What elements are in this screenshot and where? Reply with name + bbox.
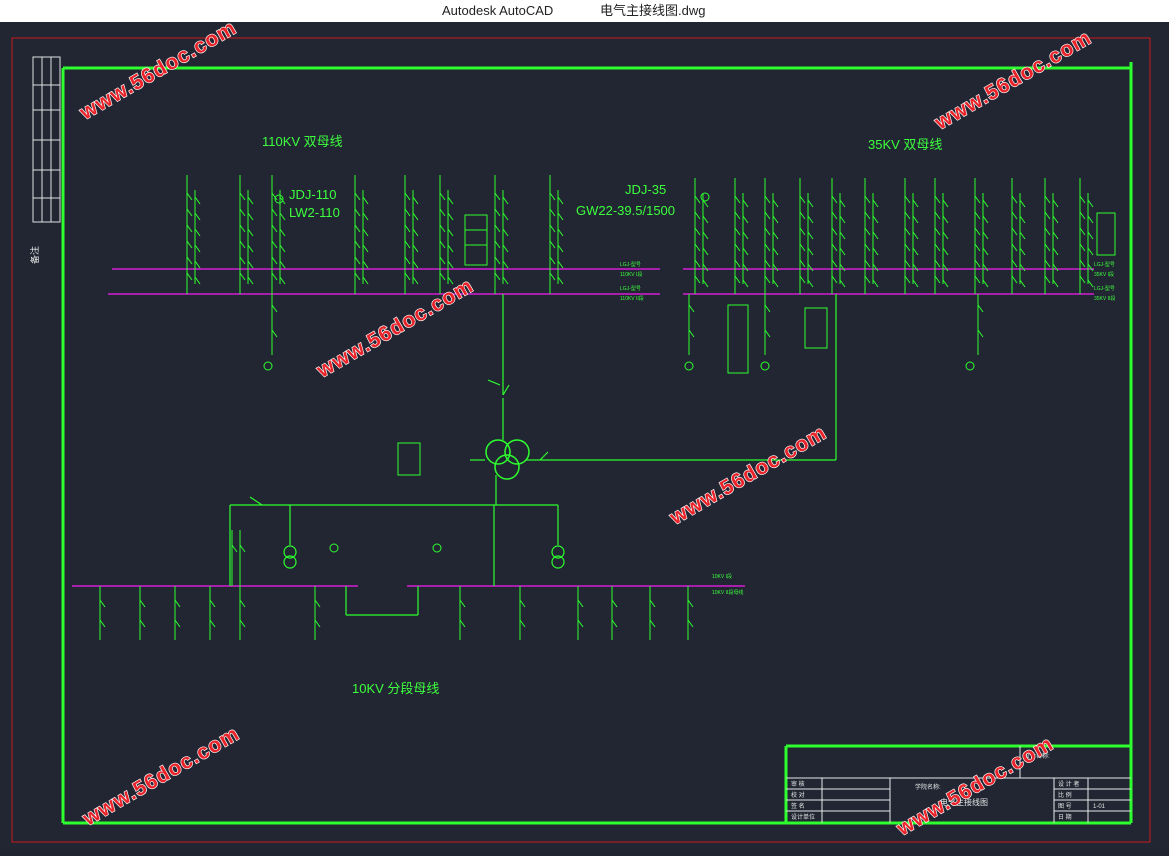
label-35kv-bus: 35KV 双母线 — [868, 137, 942, 152]
left-strip-label: 备注 — [29, 246, 40, 264]
bus-tag-35-2: 35KV I段 — [1094, 271, 1114, 278]
bus-bars — [72, 268, 1094, 587]
tb-drawing-number: 1-01 — [1093, 804, 1106, 810]
bus-tag-110-3: LGJ-型号 — [620, 285, 641, 292]
bus-tag-110-2: 110KV I段 — [620, 271, 642, 278]
cad-drawing: 备注 110KV 双母线 35KV 双母线 10KV 分段母线 JDJ-110 … — [11, 15, 1151, 843]
bus-tag-10-1: 10KV I段 — [712, 573, 732, 580]
main-transformer — [485, 439, 530, 480]
tb-row-left-3: 签 名 — [791, 802, 805, 810]
bus-tag-110-4: 110KV II段 — [620, 295, 644, 302]
tb-row-right-2: 比 例 — [1058, 791, 1072, 799]
watermark-4: www.56doc.com — [665, 421, 830, 530]
label-jdj35: JDJ-35 — [625, 182, 666, 197]
tb-school-label: 学院名称: — [915, 783, 941, 791]
tb-row-left-1: 审 核 — [791, 780, 805, 788]
file-name: 电气主接线图.dwg — [600, 3, 706, 18]
main-connections — [229, 294, 837, 616]
bus-tag-35-1: LGJ-型号 — [1094, 261, 1115, 268]
watermark-2: www.56doc.com — [930, 26, 1095, 135]
watermarks: www.56doc.com www.56doc.com www.56doc.co… — [74, 15, 1096, 841]
watermark-1: www.56doc.com — [75, 22, 240, 125]
equipment-tables — [397, 212, 1116, 476]
bus-tag-35-4: 35KV II段 — [1094, 295, 1115, 302]
bus-tag-110-1: LGJ-型号 — [620, 261, 641, 268]
tb-row-right-1: 设 计 者 — [1058, 780, 1079, 788]
label-110kv-bus: 110KV 双母线 — [262, 134, 343, 149]
tb-row-left-4: 设计单位 — [791, 813, 815, 821]
tb-row-left-2: 校 对 — [791, 791, 805, 799]
app-title: Autodesk AutoCAD — [442, 3, 554, 18]
left-strip — [32, 56, 61, 223]
label-lw2: LW2-110 — [289, 205, 340, 220]
small-transformers — [283, 545, 565, 569]
feeder-bays — [99, 175, 1094, 640]
label-10kv-bus: 10KV 分段母线 — [352, 681, 439, 696]
drawing-frame — [61, 62, 1133, 825]
tb-row-right-4: 日 期 — [1058, 813, 1072, 821]
watermark-5: www.56doc.com — [78, 722, 243, 831]
drawing-canvas[interactable]: 备注 110KV 双母线 35KV 双母线 10KV 分段母线 JDJ-110 … — [0, 15, 1169, 851]
label-gw22: GW22-39.5/1500 — [576, 203, 675, 218]
bus-tag-10-2: 10KV II段母线 — [712, 589, 743, 596]
watermark-3: www.56doc.com — [312, 274, 477, 383]
tb-row-right-3: 图 号 — [1058, 803, 1072, 810]
title-bar: Autodesk AutoCAD 电气主接线图.dwg — [0, 0, 1169, 22]
label-jdj110: JDJ-110 — [289, 187, 336, 202]
sheet-border — [11, 37, 1151, 843]
bus-tag-35-3: LGJ-型号 — [1094, 285, 1115, 292]
